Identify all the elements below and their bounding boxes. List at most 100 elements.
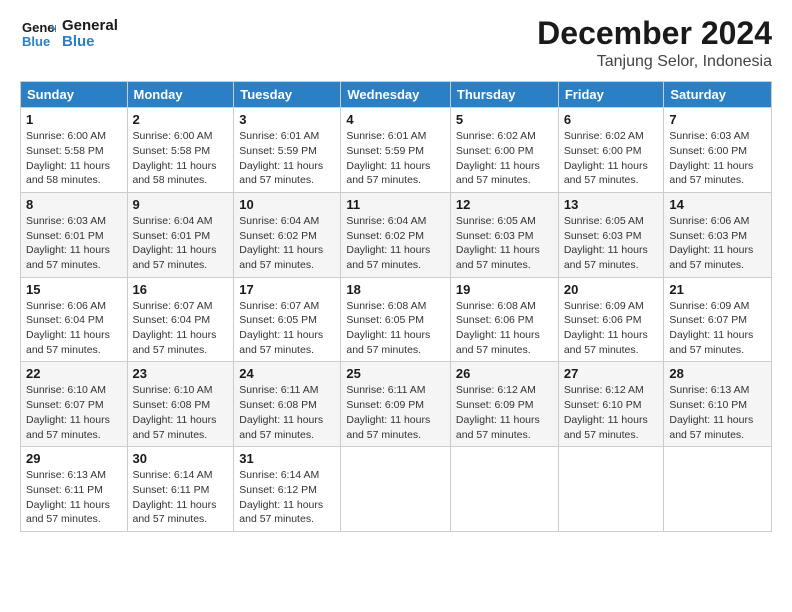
day-number: 15 (26, 282, 122, 297)
calendar-cell: 9 Sunrise: 6:04 AM Sunset: 6:01 PM Dayli… (127, 192, 234, 277)
calendar-cell: 27 Sunrise: 6:12 AM Sunset: 6:10 PM Dayl… (558, 362, 664, 447)
calendar-cell: 19 Sunrise: 6:08 AM Sunset: 6:06 PM Dayl… (450, 277, 558, 362)
calendar-cell: 31 Sunrise: 6:14 AM Sunset: 6:12 PM Dayl… (234, 447, 341, 532)
calendar-table: SundayMondayTuesdayWednesdayThursdayFrid… (20, 81, 772, 532)
logo-blue: Blue (62, 34, 118, 51)
day-of-week-header: Tuesday (234, 82, 341, 108)
calendar-cell: 16 Sunrise: 6:07 AM Sunset: 6:04 PM Dayl… (127, 277, 234, 362)
day-info: Sunrise: 6:05 AM Sunset: 6:03 PM Dayligh… (564, 214, 659, 273)
day-info: Sunrise: 6:03 AM Sunset: 6:00 PM Dayligh… (669, 129, 766, 188)
day-info: Sunrise: 6:00 AM Sunset: 5:58 PM Dayligh… (133, 129, 229, 188)
calendar-cell: 8 Sunrise: 6:03 AM Sunset: 6:01 PM Dayli… (21, 192, 128, 277)
calendar-cell: 14 Sunrise: 6:06 AM Sunset: 6:03 PM Dayl… (664, 192, 772, 277)
day-info: Sunrise: 6:11 AM Sunset: 6:09 PM Dayligh… (346, 383, 445, 442)
day-number: 12 (456, 197, 553, 212)
day-number: 11 (346, 197, 445, 212)
day-info: Sunrise: 6:14 AM Sunset: 6:12 PM Dayligh… (239, 468, 335, 527)
day-info: Sunrise: 6:08 AM Sunset: 6:06 PM Dayligh… (456, 299, 553, 358)
day-info: Sunrise: 6:12 AM Sunset: 6:10 PM Dayligh… (564, 383, 659, 442)
day-info: Sunrise: 6:07 AM Sunset: 6:05 PM Dayligh… (239, 299, 335, 358)
calendar-cell: 17 Sunrise: 6:07 AM Sunset: 6:05 PM Dayl… (234, 277, 341, 362)
calendar-cell (558, 447, 664, 532)
day-info: Sunrise: 6:11 AM Sunset: 6:08 PM Dayligh… (239, 383, 335, 442)
day-info: Sunrise: 6:04 AM Sunset: 6:01 PM Dayligh… (133, 214, 229, 273)
calendar-week-row: 22 Sunrise: 6:10 AM Sunset: 6:07 PM Dayl… (21, 362, 772, 447)
calendar-cell (450, 447, 558, 532)
day-number: 2 (133, 112, 229, 127)
day-number: 10 (239, 197, 335, 212)
day-number: 27 (564, 366, 659, 381)
calendar-cell: 29 Sunrise: 6:13 AM Sunset: 6:11 PM Dayl… (21, 447, 128, 532)
calendar-cell: 25 Sunrise: 6:11 AM Sunset: 6:09 PM Dayl… (341, 362, 451, 447)
day-info: Sunrise: 6:01 AM Sunset: 5:59 PM Dayligh… (346, 129, 445, 188)
calendar-cell: 23 Sunrise: 6:10 AM Sunset: 6:08 PM Dayl… (127, 362, 234, 447)
calendar-cell: 7 Sunrise: 6:03 AM Sunset: 6:00 PM Dayli… (664, 108, 772, 193)
calendar-cell: 15 Sunrise: 6:06 AM Sunset: 6:04 PM Dayl… (21, 277, 128, 362)
day-number: 5 (456, 112, 553, 127)
day-number: 26 (456, 366, 553, 381)
calendar-cell: 13 Sunrise: 6:05 AM Sunset: 6:03 PM Dayl… (558, 192, 664, 277)
day-number: 21 (669, 282, 766, 297)
calendar-cell: 12 Sunrise: 6:05 AM Sunset: 6:03 PM Dayl… (450, 192, 558, 277)
day-number: 22 (26, 366, 122, 381)
day-number: 13 (564, 197, 659, 212)
day-number: 14 (669, 197, 766, 212)
calendar-cell: 1 Sunrise: 6:00 AM Sunset: 5:58 PM Dayli… (21, 108, 128, 193)
day-info: Sunrise: 6:13 AM Sunset: 6:10 PM Dayligh… (669, 383, 766, 442)
day-number: 1 (26, 112, 122, 127)
header: General Blue General Blue December 2024 … (20, 16, 772, 71)
day-number: 29 (26, 451, 122, 466)
day-info: Sunrise: 6:04 AM Sunset: 6:02 PM Dayligh… (239, 214, 335, 273)
day-of-week-header: Sunday (21, 82, 128, 108)
calendar-cell: 2 Sunrise: 6:00 AM Sunset: 5:58 PM Dayli… (127, 108, 234, 193)
calendar-cell: 4 Sunrise: 6:01 AM Sunset: 5:59 PM Dayli… (341, 108, 451, 193)
calendar-cell: 24 Sunrise: 6:11 AM Sunset: 6:08 PM Dayl… (234, 362, 341, 447)
day-number: 24 (239, 366, 335, 381)
day-info: Sunrise: 6:02 AM Sunset: 6:00 PM Dayligh… (456, 129, 553, 188)
day-info: Sunrise: 6:06 AM Sunset: 6:04 PM Dayligh… (26, 299, 122, 358)
title-block: December 2024 Tanjung Selor, Indonesia (537, 16, 772, 71)
day-info: Sunrise: 6:10 AM Sunset: 6:08 PM Dayligh… (133, 383, 229, 442)
calendar-cell: 22 Sunrise: 6:10 AM Sunset: 6:07 PM Dayl… (21, 362, 128, 447)
day-info: Sunrise: 6:12 AM Sunset: 6:09 PM Dayligh… (456, 383, 553, 442)
calendar-cell: 18 Sunrise: 6:08 AM Sunset: 6:05 PM Dayl… (341, 277, 451, 362)
day-info: Sunrise: 6:08 AM Sunset: 6:05 PM Dayligh… (346, 299, 445, 358)
calendar-cell: 20 Sunrise: 6:09 AM Sunset: 6:06 PM Dayl… (558, 277, 664, 362)
day-of-week-header: Saturday (664, 82, 772, 108)
calendar-week-row: 1 Sunrise: 6:00 AM Sunset: 5:58 PM Dayli… (21, 108, 772, 193)
day-number: 25 (346, 366, 445, 381)
calendar-week-row: 29 Sunrise: 6:13 AM Sunset: 6:11 PM Dayl… (21, 447, 772, 532)
calendar-week-row: 8 Sunrise: 6:03 AM Sunset: 6:01 PM Dayli… (21, 192, 772, 277)
day-info: Sunrise: 6:00 AM Sunset: 5:58 PM Dayligh… (26, 129, 122, 188)
day-number: 31 (239, 451, 335, 466)
logo-icon: General Blue (20, 16, 56, 52)
day-of-week-header: Monday (127, 82, 234, 108)
day-number: 9 (133, 197, 229, 212)
calendar-cell: 3 Sunrise: 6:01 AM Sunset: 5:59 PM Dayli… (234, 108, 341, 193)
day-number: 28 (669, 366, 766, 381)
day-number: 30 (133, 451, 229, 466)
svg-text:Blue: Blue (22, 34, 50, 49)
calendar-cell: 28 Sunrise: 6:13 AM Sunset: 6:10 PM Dayl… (664, 362, 772, 447)
logo-general: General (62, 18, 118, 35)
calendar-cell (341, 447, 451, 532)
day-info: Sunrise: 6:03 AM Sunset: 6:01 PM Dayligh… (26, 214, 122, 273)
day-of-week-header: Thursday (450, 82, 558, 108)
logo: General Blue General Blue (20, 16, 118, 52)
calendar-cell (664, 447, 772, 532)
day-info: Sunrise: 6:05 AM Sunset: 6:03 PM Dayligh… (456, 214, 553, 273)
day-number: 20 (564, 282, 659, 297)
day-info: Sunrise: 6:13 AM Sunset: 6:11 PM Dayligh… (26, 468, 122, 527)
day-of-week-header: Wednesday (341, 82, 451, 108)
day-number: 4 (346, 112, 445, 127)
svg-text:General: General (22, 20, 56, 35)
calendar-cell: 21 Sunrise: 6:09 AM Sunset: 6:07 PM Dayl… (664, 277, 772, 362)
day-info: Sunrise: 6:10 AM Sunset: 6:07 PM Dayligh… (26, 383, 122, 442)
day-info: Sunrise: 6:09 AM Sunset: 6:06 PM Dayligh… (564, 299, 659, 358)
day-info: Sunrise: 6:06 AM Sunset: 6:03 PM Dayligh… (669, 214, 766, 273)
calendar-cell: 10 Sunrise: 6:04 AM Sunset: 6:02 PM Dayl… (234, 192, 341, 277)
day-info: Sunrise: 6:01 AM Sunset: 5:59 PM Dayligh… (239, 129, 335, 188)
day-number: 17 (239, 282, 335, 297)
calendar-cell: 5 Sunrise: 6:02 AM Sunset: 6:00 PM Dayli… (450, 108, 558, 193)
calendar-cell: 6 Sunrise: 6:02 AM Sunset: 6:00 PM Dayli… (558, 108, 664, 193)
